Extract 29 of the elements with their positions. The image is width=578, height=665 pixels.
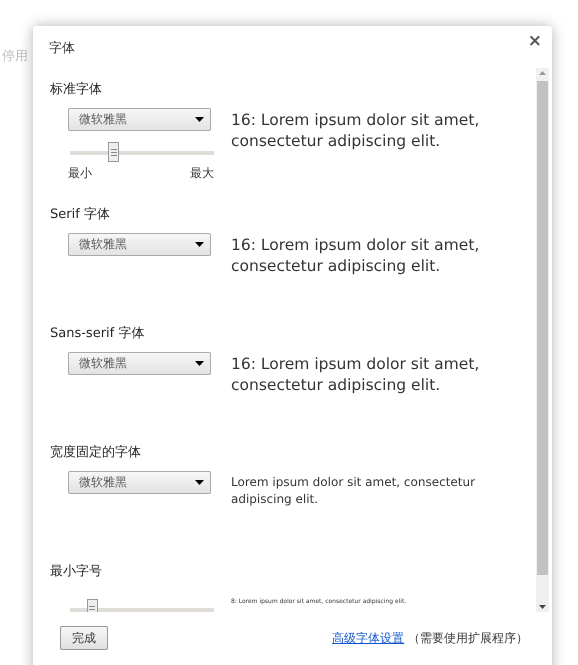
caret-icon bbox=[195, 480, 204, 485]
font-dropdown[interactable]: 微软雅黑 bbox=[68, 471, 211, 494]
section-label: 宽度固定的字体 bbox=[50, 444, 141, 462]
font-dropdown[interactable]: 微软雅黑 bbox=[68, 233, 211, 256]
scroll-down-arrow-icon[interactable] bbox=[539, 605, 546, 609]
dialog-title: 字体 bbox=[49, 40, 75, 57]
caret-icon bbox=[195, 242, 204, 247]
caret-icon bbox=[195, 117, 204, 122]
font-dropdown[interactable]: 微软雅黑 bbox=[68, 352, 211, 375]
font-preview-text: 16: Lorem ipsum dolor sit amet, consectetur adipiscing elit. bbox=[231, 110, 480, 152]
scroll-up-arrow-icon[interactable] bbox=[539, 71, 546, 75]
font-preview-text: 16: Lorem ipsum dolor sit amet, consectetur adipiscing elit. bbox=[231, 354, 480, 396]
section-label: Serif 字体 bbox=[50, 206, 110, 224]
advanced-font-settings-link[interactable]: 高级字体设置 bbox=[332, 630, 404, 644]
section-label: 标准字体 bbox=[50, 81, 102, 99]
min-label: 最小 bbox=[68, 165, 92, 182]
font-preview-text: Lorem ipsum dolor sit amet, consectetur adipiscing elit. bbox=[231, 474, 476, 508]
link-note: （需要使用扩展程序） bbox=[408, 630, 528, 644]
scrollbar[interactable] bbox=[536, 68, 549, 612]
close-button[interactable]: × bbox=[524, 31, 546, 51]
section-label: Sans-serif 字体 bbox=[50, 325, 144, 343]
font-dropdown[interactable]: 微软雅黑 bbox=[68, 108, 211, 131]
done-button[interactable]: 完成 bbox=[60, 626, 108, 650]
font-preview-text: 16: Lorem ipsum dolor sit amet, consectetur adipiscing elit. bbox=[231, 235, 480, 277]
max-label: 最大 bbox=[190, 165, 214, 182]
section-label: 最小字号 bbox=[50, 563, 102, 581]
caret-icon bbox=[195, 361, 204, 366]
background-text: 停用 bbox=[2, 48, 28, 65]
slider-handle[interactable] bbox=[108, 142, 120, 162]
